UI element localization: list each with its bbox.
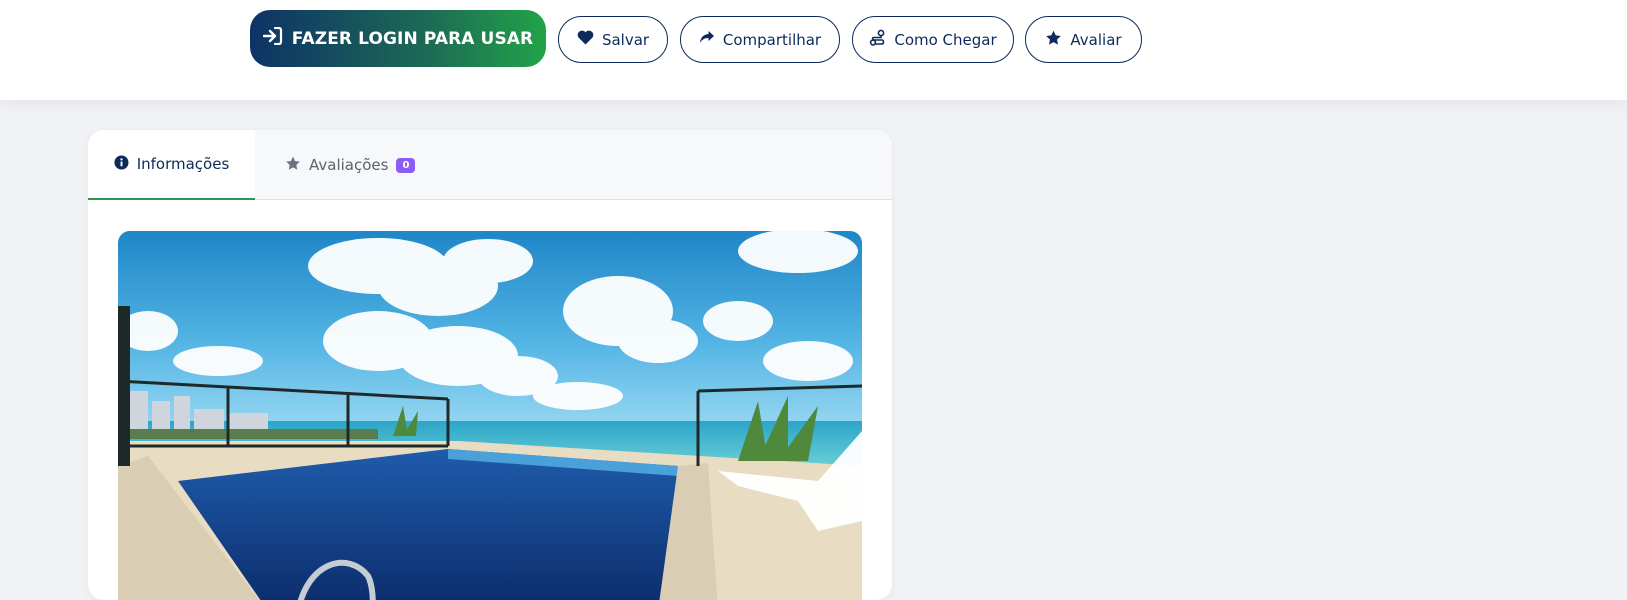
info-icon — [114, 154, 137, 174]
share-button[interactable]: Compartilhar — [680, 16, 840, 63]
heart-icon — [577, 30, 602, 49]
directions-label: Como Chegar — [894, 30, 997, 49]
directions-button[interactable]: Como Chegar — [852, 16, 1014, 63]
rate-label: Avaliar — [1070, 30, 1122, 49]
reviews-count-badge: 0 — [396, 157, 416, 173]
tab-avaliacoes[interactable]: Avaliações 0 — [285, 130, 416, 200]
star-icon — [285, 156, 309, 175]
login-button[interactable]: FAZER LOGIN PARA USAR — [250, 10, 546, 67]
rate-button[interactable]: Avaliar — [1025, 16, 1142, 63]
save-button[interactable]: Salvar — [558, 16, 668, 63]
star-icon — [1045, 30, 1070, 50]
tab-avaliacoes-label: Avaliações — [309, 156, 389, 174]
share-label: Compartilhar — [722, 30, 822, 49]
sign-in-icon — [262, 26, 292, 50]
share-icon — [699, 30, 723, 49]
property-photo[interactable] — [118, 231, 862, 600]
tab-informacoes[interactable]: Informações — [88, 130, 255, 200]
top-action-bar: FAZER LOGIN PARA USAR Salvar Compartilha… — [0, 0, 1627, 100]
tab-informacoes-label: Informações — [136, 155, 230, 173]
save-label: Salvar — [601, 30, 650, 49]
login-button-label: FAZER LOGIN PARA USAR — [291, 28, 534, 49]
tab-bar: Informações Avaliações 0 — [88, 130, 892, 200]
route-icon — [869, 29, 894, 50]
details-card: Informações Avaliações 0 — [88, 130, 892, 600]
